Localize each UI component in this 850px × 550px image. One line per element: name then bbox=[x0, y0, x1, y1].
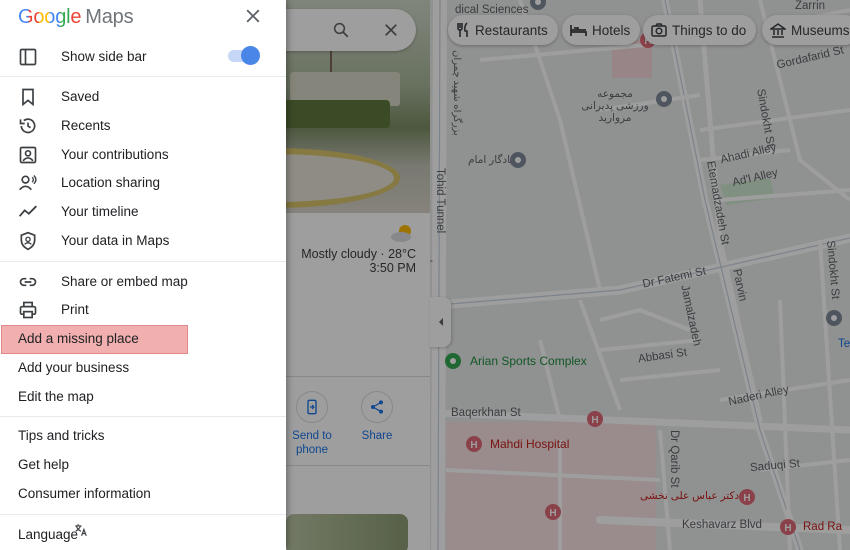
menu-item-location-sharing[interactable]: Location sharing bbox=[0, 168, 286, 197]
menu-item-your-timeline[interactable]: Your timeline bbox=[0, 197, 286, 226]
menu-item-label: Tips and tricks bbox=[18, 428, 105, 443]
menu-item-label: Consumer information bbox=[18, 486, 151, 501]
menu-item-tips-and-tricks[interactable]: Tips and tricks bbox=[0, 421, 286, 450]
menu-item-your-contributions[interactable]: Your contributions bbox=[0, 140, 286, 169]
link-icon bbox=[19, 277, 37, 287]
menu-item-label: Add your business bbox=[18, 360, 130, 375]
menu-item-label: Location sharing bbox=[61, 175, 161, 190]
menu-item-language[interactable]: Language bbox=[0, 520, 286, 549]
menu-item-label: Language bbox=[18, 527, 79, 542]
menu-item-recents[interactable]: Recents bbox=[0, 111, 286, 140]
shield-icon bbox=[20, 231, 36, 251]
menu-item-label: Your data in Maps bbox=[61, 233, 170, 248]
menu-item-label: Print bbox=[61, 302, 89, 317]
close-menu-icon[interactable] bbox=[243, 6, 263, 26]
menu-item-add-your-business[interactable]: Add your business bbox=[0, 353, 286, 382]
menu-item-label: Get help bbox=[18, 457, 70, 472]
menu-item-edit-the-map[interactable]: Edit the map bbox=[0, 382, 286, 411]
google-maps-logo: Google Maps bbox=[18, 6, 134, 29]
bookmark-icon bbox=[22, 88, 34, 107]
menu-item-saved[interactable]: Saved bbox=[0, 82, 286, 111]
history-icon bbox=[19, 118, 36, 134]
menu-item-label: Share or embed map bbox=[61, 274, 188, 289]
timeline-icon bbox=[18, 205, 37, 217]
menu-item-label: Add a missing place bbox=[18, 331, 139, 346]
menu-item-label: Show side bar bbox=[61, 49, 147, 64]
person-share-icon bbox=[19, 175, 37, 191]
contributions-icon bbox=[19, 146, 37, 164]
menu-item-add-a-missing-place[interactable]: Add a missing place bbox=[0, 324, 286, 353]
menu-item-label: Edit the map bbox=[18, 389, 94, 404]
menu-item-print[interactable]: Print bbox=[0, 295, 286, 324]
menu-divider bbox=[0, 76, 286, 77]
menu-item-share-or-embed-map[interactable]: Share or embed map bbox=[0, 267, 286, 296]
menu-item-label: Saved bbox=[61, 89, 100, 104]
menu-header: Google Maps bbox=[0, 0, 286, 36]
menu-divider bbox=[0, 261, 286, 262]
show-side-bar-toggle[interactable] bbox=[224, 46, 260, 66]
side-menu: Google Maps Show side bar Saved Recents Y… bbox=[0, 0, 286, 550]
logo-maps: Maps bbox=[85, 6, 134, 28]
menu-divider bbox=[0, 416, 286, 417]
menu-item-get-help[interactable]: Get help bbox=[0, 450, 286, 479]
logo-google: Google bbox=[18, 6, 82, 28]
menu-item-label: Recents bbox=[61, 118, 111, 133]
menu-divider bbox=[0, 514, 286, 515]
side-bar-icon bbox=[19, 48, 37, 66]
menu-item-label: Your contributions bbox=[61, 147, 169, 162]
menu-item-consumer-information[interactable]: Consumer information bbox=[0, 479, 286, 508]
translate-icon bbox=[75, 524, 87, 537]
menu-item-label: Your timeline bbox=[61, 204, 139, 219]
menu-item-your-data-in-maps[interactable]: Your data in Maps bbox=[0, 226, 286, 255]
printer-icon bbox=[19, 301, 37, 319]
